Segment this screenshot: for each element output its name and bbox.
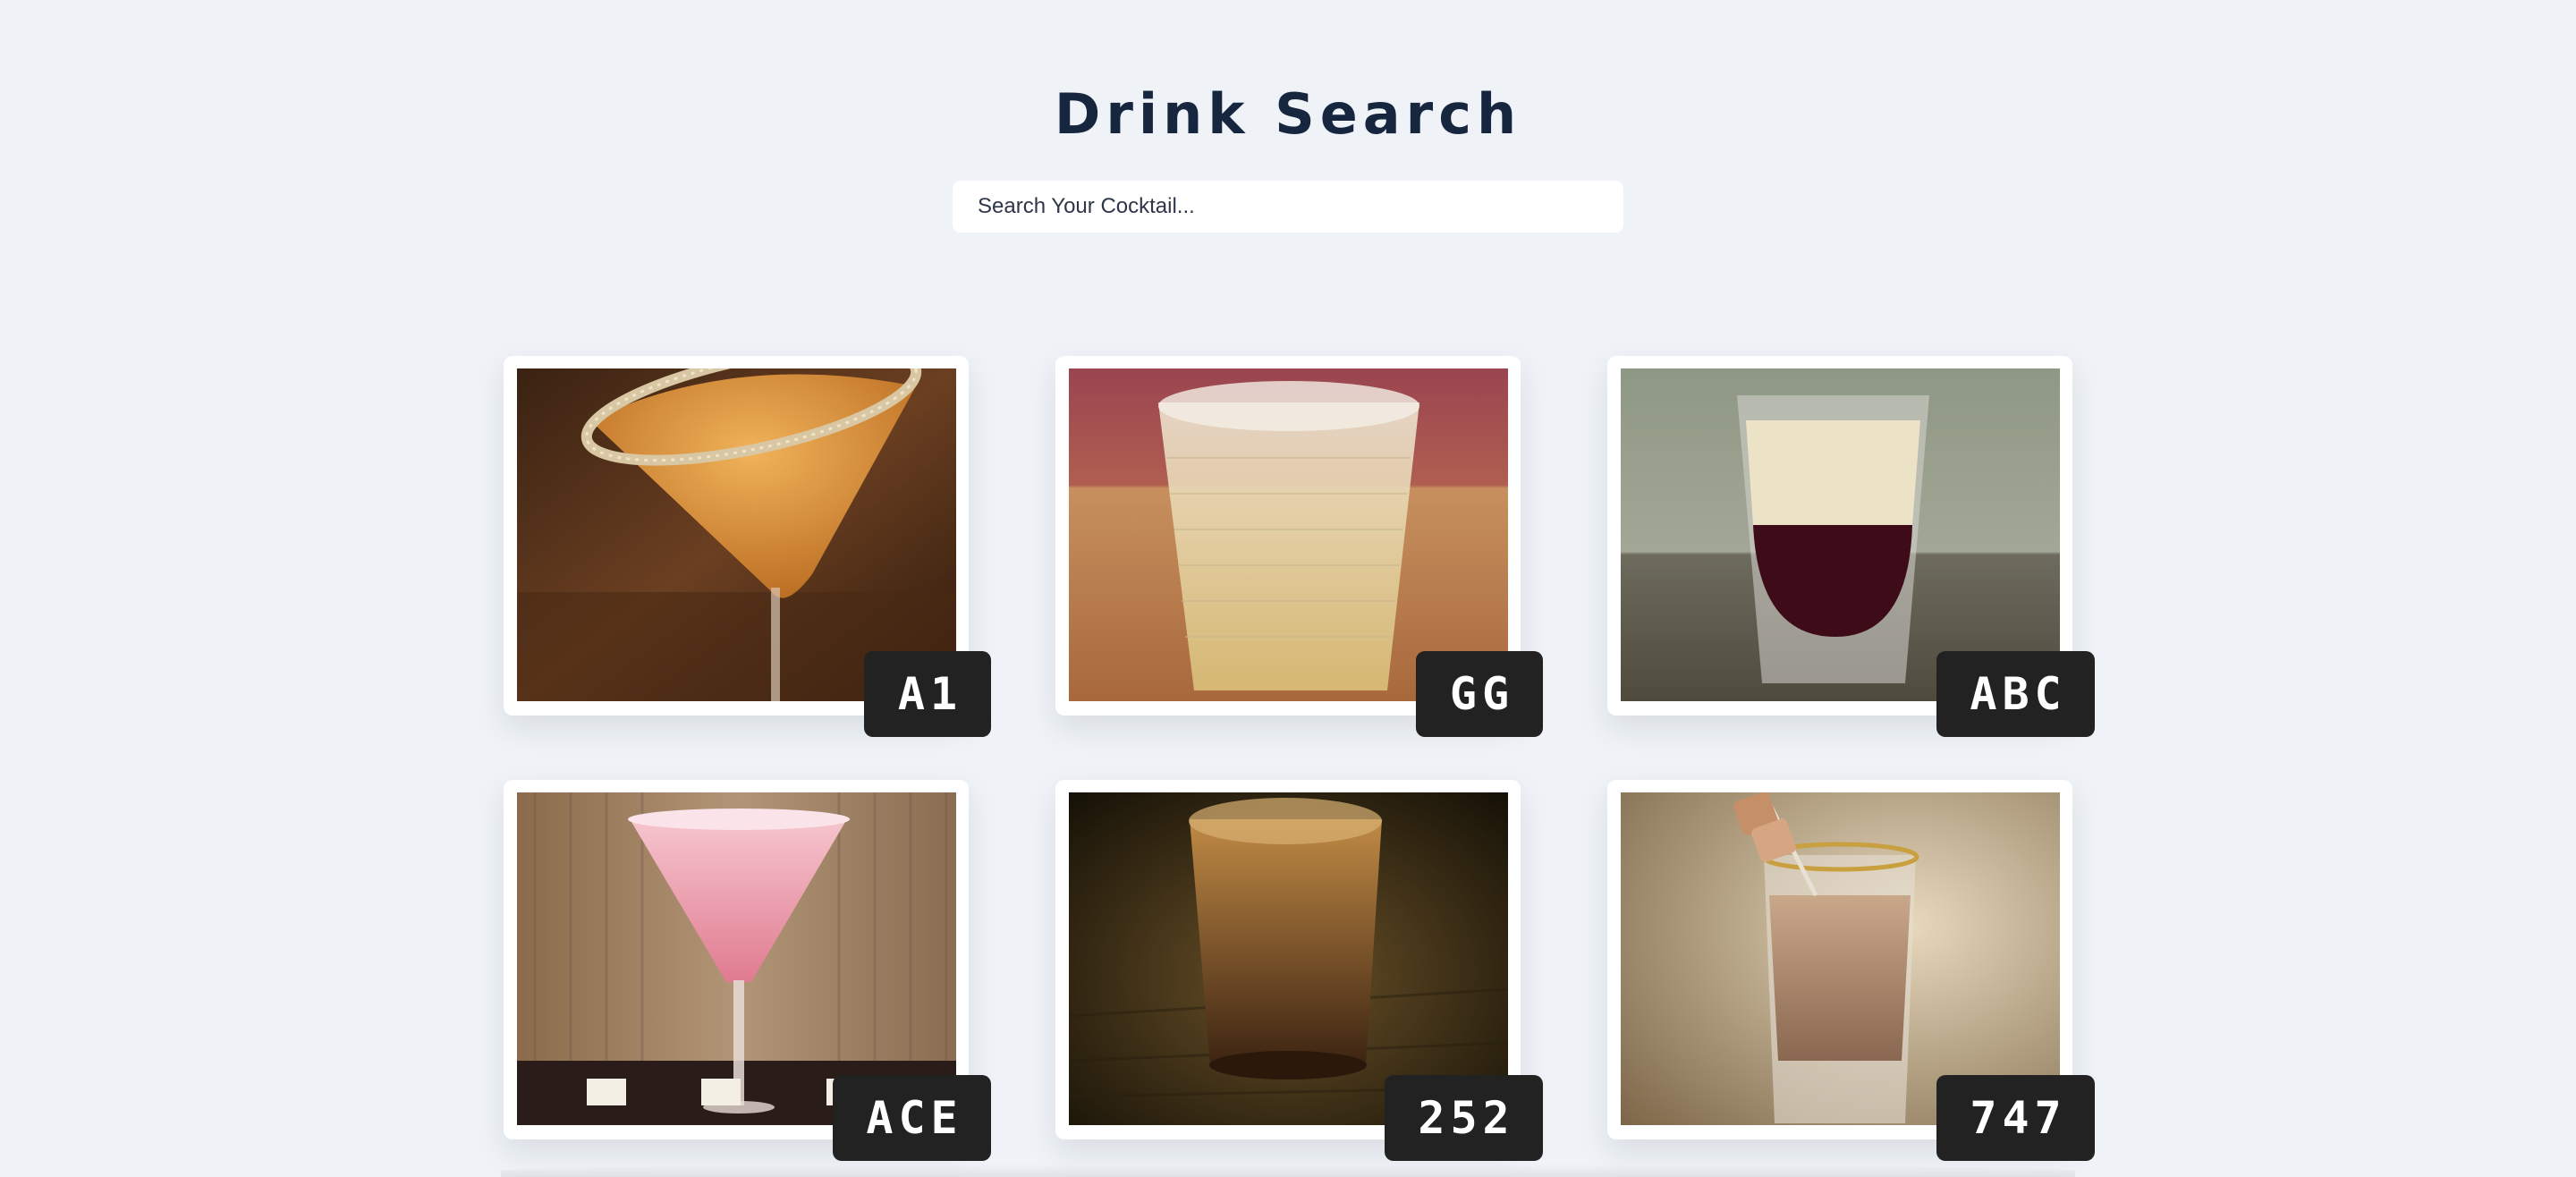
drink-card[interactable]: GG (1055, 356, 1543, 737)
footer-shadow (501, 1164, 2075, 1177)
drink-code-badge: 747 (1936, 1075, 2095, 1161)
drink-grid: A1 GG ABC ACE 252 747 (0, 0, 2576, 1177)
drink-card[interactable]: 252 (1055, 780, 1543, 1161)
drink-code-badge: A1 (864, 651, 991, 737)
drink-card[interactable]: A1 (504, 356, 991, 737)
drink-code-badge: ABC (1936, 651, 2095, 737)
drink-card[interactable]: ABC (1607, 356, 2095, 737)
drink-code-badge: ACE (833, 1075, 991, 1161)
drink-card[interactable]: 747 (1607, 780, 2095, 1161)
drink-card[interactable]: ACE (504, 780, 991, 1161)
drink-code-badge: GG (1416, 651, 1543, 737)
drink-code-badge: 252 (1385, 1075, 1543, 1161)
